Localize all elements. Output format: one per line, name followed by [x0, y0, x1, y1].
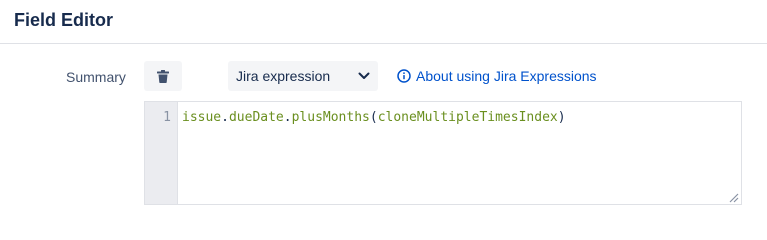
header: Field Editor	[0, 0, 767, 44]
line-number-gutter: 1	[145, 102, 178, 204]
trash-icon	[157, 69, 169, 83]
line-number: 1	[163, 110, 171, 125]
code-editor[interactable]: 1 issue.dueDate.plusMonths(cloneMultiple…	[144, 101, 742, 205]
about-jira-expressions-label: About using Jira Expressions	[416, 68, 597, 84]
expression-type-select[interactable]: Jira expression	[228, 61, 378, 91]
page-title: Field Editor	[14, 10, 113, 30]
code-token: dueDate	[228, 110, 284, 125]
code-token: cloneMultipleTimesIndex	[377, 110, 558, 125]
code-token: plusMonths	[291, 110, 370, 125]
field-label: Summary	[66, 69, 126, 85]
code-token: )	[557, 110, 566, 125]
expression-type-value: Jira expression	[236, 68, 331, 84]
code-token: (	[369, 110, 378, 125]
code-token: issue	[182, 110, 222, 125]
info-icon	[397, 69, 411, 83]
about-jira-expressions-link[interactable]: About using Jira Expressions	[397, 67, 597, 85]
delete-button[interactable]	[144, 61, 182, 91]
chevron-down-icon	[358, 72, 370, 80]
code-token: .	[221, 110, 229, 125]
code-token: .	[283, 110, 292, 125]
code-line[interactable]: issue.dueDate.plusMonths(cloneMultipleTi…	[182, 110, 566, 126]
resize-handle-icon[interactable]	[727, 190, 739, 203]
